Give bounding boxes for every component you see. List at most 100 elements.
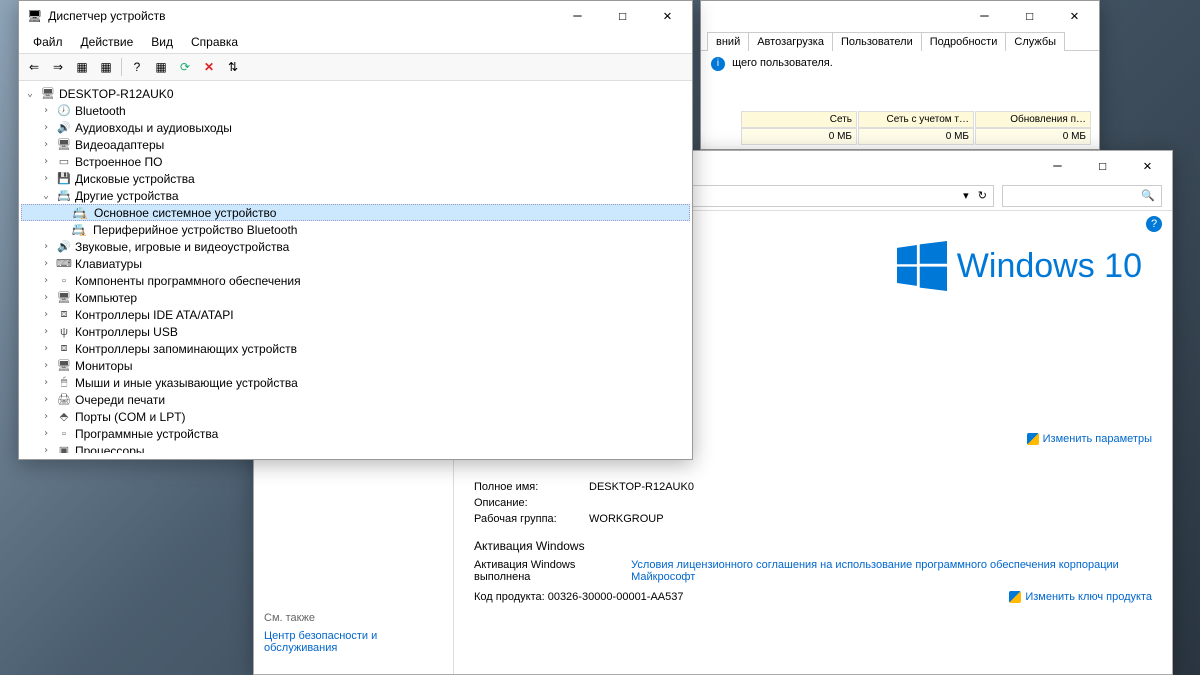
- col-header[interactable]: Обновления п…: [975, 111, 1091, 128]
- tree-node[interactable]: ⌄📇Другие устройства: [21, 187, 690, 204]
- device-icon: ⌨: [56, 256, 72, 272]
- node-label: Bluetooth: [75, 104, 126, 118]
- col-header[interactable]: Сеть: [741, 111, 857, 128]
- expand-icon[interactable]: ›: [39, 292, 53, 303]
- node-label: Другие устройства: [75, 189, 179, 203]
- menu-view[interactable]: Вид: [143, 33, 181, 51]
- grid2-icon[interactable]: ▦: [95, 56, 117, 78]
- device-icon: ▣: [56, 443, 72, 454]
- tree-node[interactable]: ›▫Программные устройства: [21, 425, 690, 442]
- devmgr-titlebar[interactable]: 🖥 Диспетчер устройств — ☐ ✕: [19, 1, 692, 31]
- minimize-button[interactable]: —: [1035, 152, 1080, 180]
- change-key-link[interactable]: Изменить ключ продукта: [1025, 591, 1152, 603]
- expand-icon[interactable]: ⌄: [23, 88, 37, 99]
- tree-node[interactable]: 📇Основное системное устройство: [21, 204, 690, 221]
- expand-icon[interactable]: ›: [39, 156, 53, 167]
- tab-users[interactable]: Пользователи: [832, 32, 922, 51]
- forward-icon[interactable]: ⇒: [47, 56, 69, 78]
- expand-icon[interactable]: ›: [39, 411, 53, 422]
- node-label: Аудиовходы и аудиовыходы: [75, 121, 232, 135]
- tree-node[interactable]: ›ψКонтроллеры USB: [21, 323, 690, 340]
- scan-icon[interactable]: ⟳: [174, 56, 196, 78]
- expand-icon[interactable]: ›: [39, 105, 53, 116]
- tree-node[interactable]: ›▫Компоненты программного обеспечения: [21, 272, 690, 289]
- device-icon: 📇: [56, 188, 72, 204]
- tree-node[interactable]: ›🖨Очереди печати: [21, 391, 690, 408]
- close-button[interactable]: ✕: [645, 2, 690, 30]
- device-manager-window: 🖥 Диспетчер устройств — ☐ ✕ Файл Действи…: [18, 0, 693, 460]
- expand-icon[interactable]: ›: [39, 343, 53, 354]
- device-icon: 🔊: [56, 239, 72, 255]
- tree-node[interactable]: ›⧈Контроллеры IDE ATA/ATAPI: [21, 306, 690, 323]
- refresh-icon[interactable]: ▦: [150, 56, 172, 78]
- tab-details[interactable]: Подробности: [921, 32, 1007, 51]
- node-label: Мыши и иные указывающие устройства: [75, 376, 298, 390]
- node-label: Процессоры: [75, 444, 145, 454]
- update-icon[interactable]: ⇅: [222, 56, 244, 78]
- remove-icon[interactable]: ✕: [198, 56, 220, 78]
- search-box[interactable]: 🔍: [1002, 185, 1162, 207]
- search-icon: 🔍: [1141, 189, 1155, 202]
- expand-icon[interactable]: ›: [39, 445, 53, 453]
- tree-node[interactable]: ›🕖Bluetooth: [21, 102, 690, 119]
- expand-icon[interactable]: ›: [39, 173, 53, 184]
- tree-node[interactable]: ›🖥Мониторы: [21, 357, 690, 374]
- shield-icon: [1027, 433, 1039, 445]
- expand-icon[interactable]: ›: [39, 360, 53, 371]
- task-manager-window: — ☐ ✕ вний Автозагрузка Пользователи Под…: [700, 0, 1100, 150]
- menu-file[interactable]: Файл: [25, 33, 71, 51]
- node-label: Встроенное ПО: [75, 155, 162, 169]
- tree-node[interactable]: ›🔊Аудиовходы и аудиовыходы: [21, 119, 690, 136]
- node-label: Звуковые, игровые и видеоустройства: [75, 240, 289, 254]
- close-button[interactable]: ✕: [1052, 2, 1097, 30]
- expand-icon[interactable]: ›: [39, 139, 53, 150]
- tree-node[interactable]: ›🔊Звуковые, игровые и видеоустройства: [21, 238, 690, 255]
- minimize-button[interactable]: —: [962, 2, 1007, 30]
- tree-node[interactable]: 📇Периферийное устройство Bluetooth: [21, 221, 690, 238]
- tab-services[interactable]: Службы: [1005, 32, 1065, 51]
- col-header[interactable]: Сеть с учетом т…: [858, 111, 974, 128]
- taskmgr-titlebar[interactable]: — ☐ ✕: [701, 1, 1099, 31]
- maximize-button[interactable]: ☐: [1007, 2, 1052, 30]
- tree-node[interactable]: ›⌨Клавиатуры: [21, 255, 690, 272]
- expand-icon[interactable]: ›: [39, 394, 53, 405]
- expand-icon[interactable]: ›: [39, 377, 53, 388]
- maximize-button[interactable]: ☐: [600, 2, 645, 30]
- back-icon[interactable]: ⇐: [23, 56, 45, 78]
- menu-action[interactable]: Действие: [73, 33, 142, 51]
- node-label: Периферийное устройство Bluetooth: [93, 223, 297, 237]
- tab-startup[interactable]: Автозагрузка: [748, 32, 833, 51]
- tree-node[interactable]: ›🖥Видеоадаптеры: [21, 136, 690, 153]
- minimize-button[interactable]: —: [555, 2, 600, 30]
- tab-item[interactable]: вний: [707, 32, 749, 51]
- expand-icon[interactable]: ›: [39, 241, 53, 252]
- tree-node[interactable]: ›▭Встроенное ПО: [21, 153, 690, 170]
- device-tree[interactable]: ⌄🖥DESKTOP-R12AUK0›🕖Bluetooth›🔊Аудиовходы…: [19, 81, 692, 453]
- expand-icon[interactable]: ›: [39, 326, 53, 337]
- tree-node[interactable]: ›▣Процессоры: [21, 442, 690, 453]
- help-icon[interactable]: ?: [1146, 216, 1162, 232]
- tree-node[interactable]: ›🖱Мыши и иные указывающие устройства: [21, 374, 690, 391]
- tree-node[interactable]: ›💾Дисковые устройства: [21, 170, 690, 187]
- device-icon: ψ: [56, 324, 72, 340]
- change-params-link[interactable]: Изменить параметры: [1043, 433, 1152, 445]
- security-center-link[interactable]: Центр безопасности и обслуживания: [264, 630, 444, 654]
- device-icon: ▫: [56, 273, 72, 289]
- maximize-button[interactable]: ☐: [1080, 152, 1125, 180]
- device-icon: 📇: [75, 205, 91, 221]
- license-terms-link[interactable]: Условия лицензионного соглашения на испо…: [631, 559, 1152, 583]
- expand-icon[interactable]: ›: [39, 428, 53, 439]
- grid-icon[interactable]: ▦: [71, 56, 93, 78]
- expand-icon[interactable]: ›: [39, 309, 53, 320]
- expand-icon[interactable]: ›: [39, 258, 53, 269]
- expand-icon[interactable]: ›: [39, 275, 53, 286]
- help-icon[interactable]: ?: [126, 56, 148, 78]
- tree-node[interactable]: ⌄🖥DESKTOP-R12AUK0: [21, 85, 690, 102]
- expand-icon[interactable]: ›: [39, 122, 53, 133]
- menu-help[interactable]: Справка: [183, 33, 246, 51]
- expand-icon[interactable]: ⌄: [39, 190, 53, 201]
- close-button[interactable]: ✕: [1125, 152, 1170, 180]
- tree-node[interactable]: ›⧈Контроллеры запоминающих устройств: [21, 340, 690, 357]
- tree-node[interactable]: ›🖥Компьютер: [21, 289, 690, 306]
- tree-node[interactable]: ›⬘Порты (COM и LPT): [21, 408, 690, 425]
